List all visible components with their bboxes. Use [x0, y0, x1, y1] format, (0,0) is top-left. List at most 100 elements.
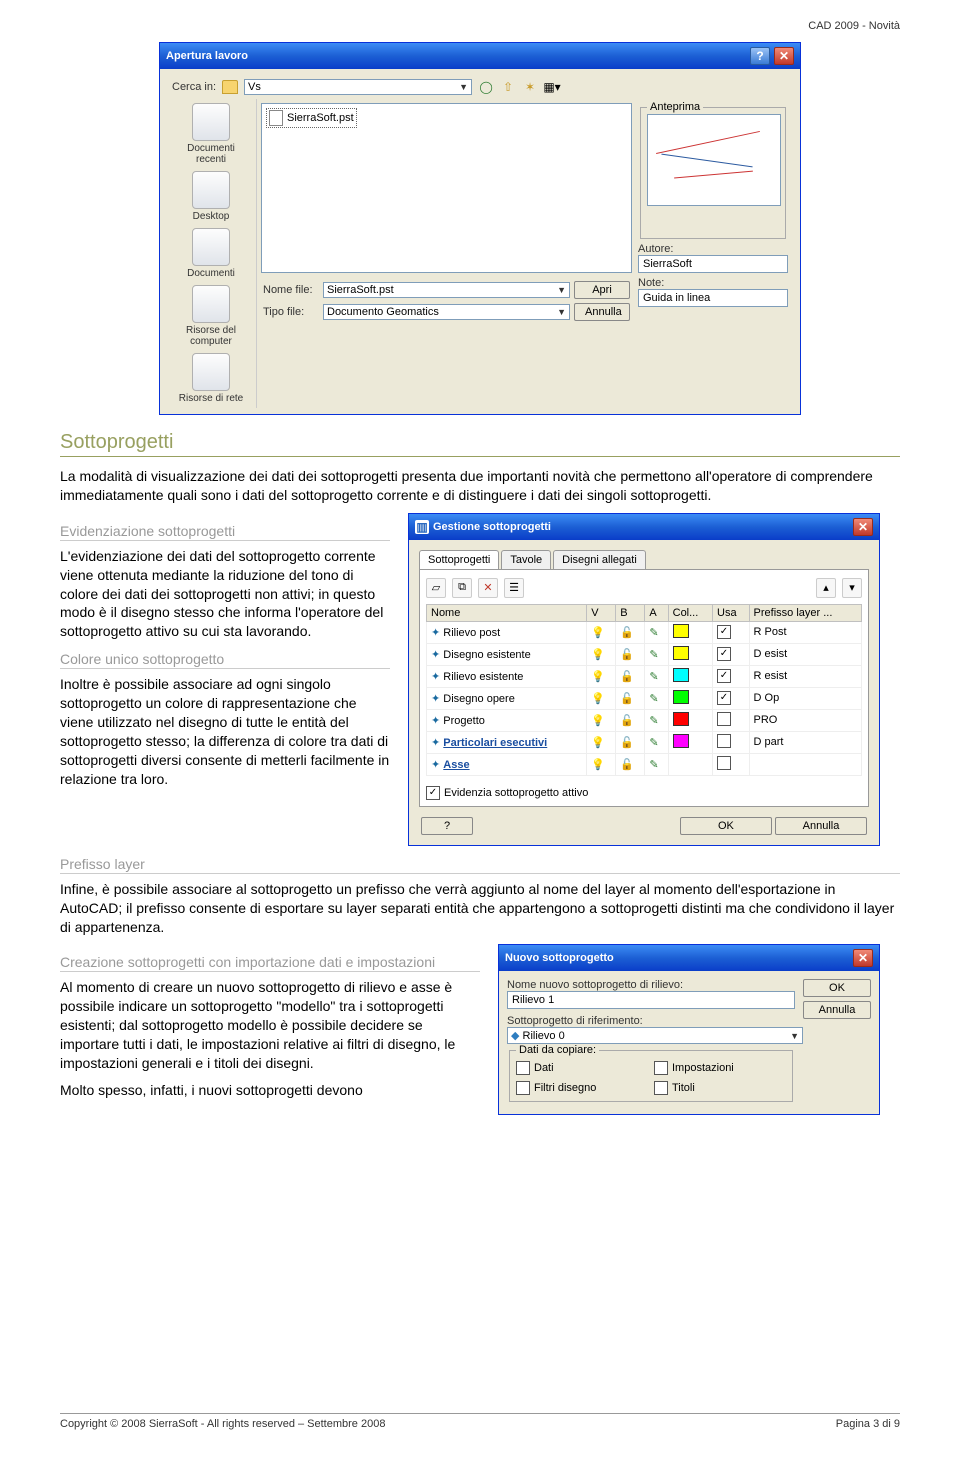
table-row[interactable]: ✦ Progetto💡🔓✎PRO: [427, 709, 862, 731]
filename-value: SierraSoft.pst: [327, 284, 394, 296]
back-icon[interactable]: ◯: [478, 79, 494, 95]
table-row[interactable]: ✦ Rilievo esistente💡🔓✎✓R esist: [427, 665, 862, 687]
pen-icon[interactable]: ✎: [649, 759, 658, 771]
close-icon[interactable]: ✕: [853, 949, 873, 967]
nsp-ref-select[interactable]: ◆ Rilievo 0 ▼: [507, 1027, 803, 1044]
cancel-button[interactable]: Annulla: [574, 303, 630, 321]
filename-field[interactable]: SierraSoft.pst ▼: [323, 282, 570, 298]
views-icon[interactable]: ▦▾: [544, 79, 560, 95]
new-icon[interactable]: ▱: [426, 578, 446, 598]
chk-impost[interactable]: [654, 1061, 668, 1075]
usa-checkbox[interactable]: ✓: [717, 691, 731, 705]
col-nome[interactable]: Nome: [427, 604, 587, 621]
pen-icon[interactable]: ✎: [649, 649, 658, 661]
pen-icon[interactable]: ✎: [649, 715, 658, 727]
table-row[interactable]: ✦ Disegno opere💡🔓✎✓D Op: [427, 687, 862, 709]
cancel-button[interactable]: Annulla: [803, 1001, 871, 1019]
nsp-title: Nuovo sottoprogetto: [505, 952, 614, 964]
nsp-titlebar[interactable]: Nuovo sottoprogetto ✕: [499, 945, 879, 971]
pen-icon[interactable]: ✎: [649, 693, 658, 705]
nsp-name-field[interactable]: Rilievo 1: [507, 991, 795, 1009]
chk-titoli[interactable]: [654, 1081, 668, 1095]
tab-tavole[interactable]: Tavole: [501, 550, 551, 569]
table-row[interactable]: ✦ Asse💡🔓✎: [427, 753, 862, 775]
usa-checkbox[interactable]: [717, 756, 731, 770]
col-b[interactable]: B: [616, 604, 645, 621]
chevron-down-icon: ▼: [790, 1031, 799, 1041]
delete-icon[interactable]: ✕: [478, 578, 498, 598]
bulb-icon[interactable]: 💡: [591, 737, 605, 749]
usa-checkbox[interactable]: ✓: [717, 669, 731, 683]
col-usa[interactable]: Usa: [713, 604, 750, 621]
bulb-icon[interactable]: 💡: [591, 693, 605, 705]
opt-titoli: Titoli: [672, 1082, 695, 1094]
filetype-select[interactable]: Documento Geomatics ▼: [323, 304, 570, 320]
close-icon[interactable]: ✕: [774, 47, 794, 65]
table-row[interactable]: ✦ Rilievo post💡🔓✎✓R Post: [427, 621, 862, 643]
lock-icon[interactable]: 🔓: [620, 759, 634, 771]
place-recent[interactable]: Documenti recenti: [175, 103, 247, 165]
open-button[interactable]: Apri: [574, 281, 630, 299]
sub3-text: Infine, è possibile associare al sottopr…: [60, 880, 900, 937]
help-icon[interactable]: ?: [750, 47, 770, 65]
bulb-icon[interactable]: 💡: [591, 715, 605, 727]
highlight-checkbox[interactable]: ✓: [426, 786, 440, 800]
copy-icon[interactable]: ⧉: [452, 578, 472, 598]
bulb-icon[interactable]: 💡: [591, 671, 605, 683]
new-folder-icon[interactable]: ✶: [522, 79, 538, 95]
lock-icon[interactable]: 🔓: [620, 671, 634, 683]
preview-image: [647, 114, 781, 206]
place-computer[interactable]: Risorse del computer: [175, 285, 247, 347]
file-item[interactable]: SierraSoft.pst: [266, 108, 357, 128]
file-list[interactable]: SierraSoft.pst: [261, 103, 632, 273]
move-up-icon[interactable]: ▴: [816, 578, 836, 598]
chk-dati[interactable]: [516, 1061, 530, 1075]
place-desktop[interactable]: Desktop: [175, 171, 247, 222]
pen-icon[interactable]: ✎: [649, 627, 658, 639]
move-down-icon[interactable]: ▾: [842, 578, 862, 598]
lock-icon[interactable]: 🔓: [620, 715, 634, 727]
lock-icon[interactable]: 🔓: [620, 627, 634, 639]
pen-icon[interactable]: ✎: [649, 737, 658, 749]
lock-icon[interactable]: 🔓: [620, 649, 634, 661]
file-name: SierraSoft.pst: [287, 112, 354, 124]
table-row[interactable]: ✦ Disegno esistente💡🔓✎✓D esist: [427, 643, 862, 665]
table-row[interactable]: ✦ Particolari esecutivi💡🔓✎D part: [427, 731, 862, 753]
col-a[interactable]: A: [645, 604, 668, 621]
usa-checkbox[interactable]: ✓: [717, 647, 731, 661]
place-network[interactable]: Risorse di rete: [175, 353, 247, 404]
col-prefix[interactable]: Prefisso layer ...: [749, 604, 861, 621]
cancel-button[interactable]: Annulla: [775, 817, 867, 835]
tab-disegni[interactable]: Disegni allegati: [553, 550, 646, 569]
help-button[interactable]: ?: [421, 817, 473, 835]
section-title: Sottoprogetti: [60, 431, 900, 457]
file-open-dialog: Apertura lavoro ? ✕ Cerca in: Vs ▼ ◯ ⇧ ✶…: [159, 42, 801, 415]
usa-checkbox[interactable]: [717, 734, 731, 748]
bulb-icon[interactable]: 💡: [591, 649, 605, 661]
sub4-text2: Molto spesso, infatti, i nuovi sottoprog…: [60, 1081, 480, 1100]
search-in-select[interactable]: Vs ▼: [244, 79, 472, 95]
sub4-text1: Al momento di creare un nuovo sottoproge…: [60, 978, 480, 1072]
places-sidebar: Documenti recenti Desktop Documenti Riso…: [166, 99, 257, 408]
sub1-title: Evidenziazione sottoprogetti: [60, 523, 390, 541]
bulb-icon[interactable]: 💡: [591, 627, 605, 639]
tab-sottoprogetti[interactable]: Sottoprogetti: [419, 550, 499, 569]
up-folder-icon[interactable]: ⇧: [500, 79, 516, 95]
place-documents[interactable]: Documenti: [175, 228, 247, 279]
col-col[interactable]: Col...: [668, 604, 712, 621]
lock-icon[interactable]: 🔓: [620, 693, 634, 705]
dialog-titlebar[interactable]: Apertura lavoro ? ✕: [160, 43, 800, 69]
gsp-titlebar[interactable]: ▥ Gestione sottoprogetti ✕: [409, 514, 879, 540]
sub2-text: Inoltre è possibile associare ad ogni si…: [60, 675, 390, 788]
lock-icon[interactable]: 🔓: [620, 737, 634, 749]
col-v[interactable]: V: [587, 604, 616, 621]
properties-icon[interactable]: ☰: [504, 578, 524, 598]
ok-button[interactable]: OK: [680, 817, 772, 835]
usa-checkbox[interactable]: ✓: [717, 625, 731, 639]
ok-button[interactable]: OK: [803, 979, 871, 997]
close-icon[interactable]: ✕: [853, 518, 873, 536]
bulb-icon[interactable]: 💡: [591, 759, 605, 771]
chk-filtri[interactable]: [516, 1081, 530, 1095]
usa-checkbox[interactable]: [717, 712, 731, 726]
pen-icon[interactable]: ✎: [649, 671, 658, 683]
